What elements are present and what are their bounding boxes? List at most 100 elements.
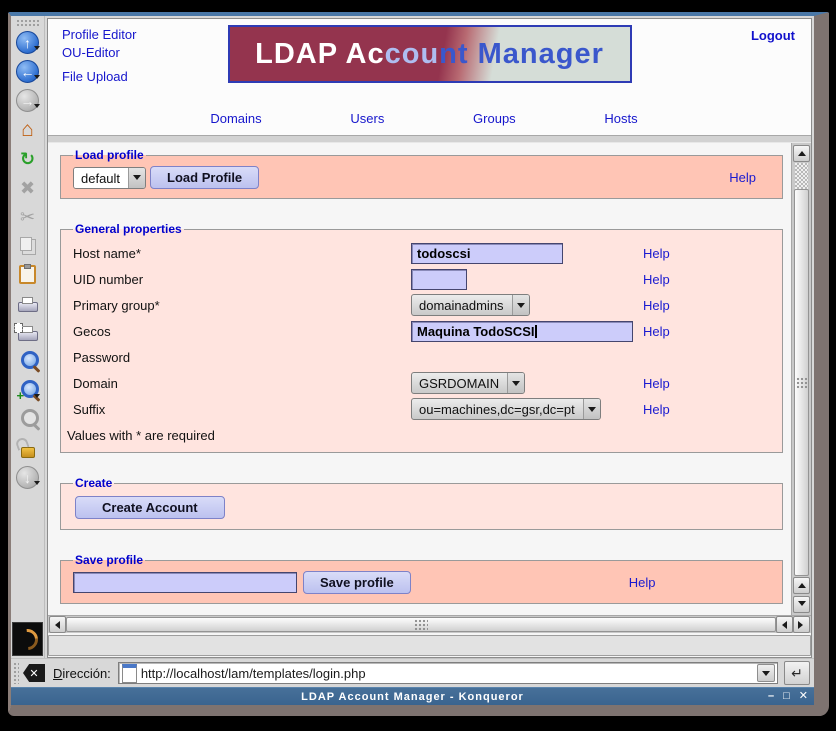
- throbber: [12, 622, 43, 656]
- primary-group-select[interactable]: domainadmins: [411, 294, 530, 316]
- download-icon[interactable]: ↓: [14, 464, 42, 491]
- cut-icon[interactable]: ✂: [14, 203, 42, 230]
- vertical-scroll-thumb[interactable]: [794, 189, 809, 576]
- horizontal-scrollbar[interactable]: [48, 615, 811, 633]
- gecos-help-link[interactable]: Help: [643, 324, 770, 339]
- suffix-select-arrow-icon[interactable]: [583, 399, 600, 419]
- uid-number-help-link[interactable]: Help: [643, 272, 770, 287]
- header-divider: [48, 135, 811, 143]
- reload-icon[interactable]: ↻: [14, 145, 42, 172]
- window-title: LDAP Account Manager - Konqueror: [11, 691, 814, 703]
- konqueror-window: ↑←→⌂↻✖✂ ↓ Profile Editor OU-Editor File U…: [8, 12, 829, 716]
- suffix-row: Suffix ou=machines,dc=gsr,dc=pt Help: [73, 396, 770, 422]
- domain-select-arrow-icon[interactable]: [507, 373, 524, 393]
- profile-select[interactable]: default: [73, 167, 146, 189]
- zoom-in-icon[interactable]: [14, 377, 42, 404]
- tab-users[interactable]: Users: [350, 111, 384, 126]
- scroll-right-button[interactable]: [793, 616, 810, 633]
- profile-editor-link[interactable]: Profile Editor: [62, 27, 136, 42]
- copy-icon[interactable]: [14, 232, 42, 259]
- konqueror-gear-icon: [13, 624, 43, 654]
- tab-domains[interactable]: Domains: [210, 111, 261, 126]
- thumb-grip-icon: [796, 377, 807, 389]
- tab-groups[interactable]: Groups: [473, 111, 516, 126]
- thumb-grip-icon: [414, 619, 428, 630]
- banner-text-part3: nt Manager: [439, 38, 604, 71]
- required-fields-note: Values with * are required: [67, 428, 770, 443]
- location-toolbar-drag-handle[interactable]: [13, 662, 19, 684]
- security-lock-icon[interactable]: [14, 435, 42, 462]
- print-icon[interactable]: [14, 290, 42, 317]
- toolbar-drag-handle[interactable]: [16, 19, 40, 26]
- suffix-select[interactable]: ou=machines,dc=gsr,dc=pt: [411, 398, 601, 420]
- scroll-left-button[interactable]: [49, 616, 66, 633]
- location-label: Dirección:: [53, 666, 111, 681]
- vertical-scroll-track[interactable]: [795, 163, 808, 189]
- tab-hosts[interactable]: Hosts: [604, 111, 637, 126]
- scroll-down-button[interactable]: [793, 596, 810, 613]
- horizontal-scroll-thumb[interactable]: [66, 617, 776, 632]
- forward-icon[interactable]: →: [14, 87, 42, 114]
- print-frame-icon[interactable]: [14, 319, 42, 346]
- domain-row: Domain GSRDOMAIN Help: [73, 370, 770, 396]
- gecos-row: Gecos Maquina TodoSCSI Help: [73, 318, 770, 344]
- primary-group-label: Primary group*: [73, 298, 411, 313]
- paste-icon[interactable]: [14, 261, 42, 288]
- location-input[interactable]: [141, 665, 757, 681]
- load-profile-help-link[interactable]: Help: [729, 170, 756, 185]
- suffix-label: Suffix: [73, 402, 411, 417]
- scroll-up-button[interactable]: [793, 145, 810, 162]
- minimize-icon[interactable]: –: [768, 691, 774, 702]
- location-toolbar: ✕ Dirección: ↵: [11, 658, 814, 687]
- scroll-left-button-right[interactable]: [776, 616, 793, 633]
- file-upload-link[interactable]: File Upload: [62, 69, 136, 84]
- uid-number-label: UID number: [73, 272, 411, 287]
- account-type-tabs: Domains Users Groups Hosts: [166, 111, 682, 126]
- host-name-input[interactable]: [411, 243, 563, 264]
- suffix-help-link[interactable]: Help: [643, 402, 770, 417]
- domain-label: Domain: [73, 376, 411, 391]
- vertical-scrollbar[interactable]: [791, 143, 811, 615]
- gecos-input-value: Maquina TodoSCSI: [417, 324, 534, 339]
- page-header: Profile Editor OU-Editor File Upload Log…: [48, 19, 811, 135]
- uid-number-input[interactable]: [411, 269, 467, 290]
- general-properties-fieldset: General properties Host name* Help UID n…: [60, 222, 783, 453]
- scroll-up-button-bottom[interactable]: [793, 577, 810, 594]
- logout-link[interactable]: Logout: [751, 28, 795, 43]
- go-button[interactable]: ↵: [784, 661, 810, 685]
- left-toolbar: ↑←→⌂↻✖✂ ↓: [11, 16, 45, 658]
- save-profile-button[interactable]: Save profile: [303, 571, 411, 594]
- location-dropdown-icon[interactable]: [757, 664, 775, 682]
- maximize-icon[interactable]: □: [783, 691, 790, 702]
- gecos-input[interactable]: Maquina TodoSCSI: [411, 321, 633, 342]
- home-icon[interactable]: ⌂: [14, 116, 42, 143]
- up-icon[interactable]: ↑: [14, 29, 42, 56]
- find-icon[interactable]: [14, 348, 42, 375]
- save-profile-help-link[interactable]: Help: [629, 575, 656, 590]
- banner-text-part1: LDAP Ac: [255, 38, 384, 71]
- save-profile-name-input[interactable]: [73, 572, 297, 593]
- banner-text-part2: cou: [385, 38, 440, 71]
- stop-icon[interactable]: ✖: [14, 174, 42, 201]
- back-icon[interactable]: ←: [14, 58, 42, 85]
- create-account-button[interactable]: Create Account: [75, 496, 225, 519]
- lam-banner-logo: LDAP Account Manager: [228, 25, 632, 83]
- load-profile-fieldset: Load profile default Load Profile Help: [60, 148, 783, 199]
- primary-group-select-arrow-icon[interactable]: [512, 295, 529, 315]
- location-field[interactable]: [118, 662, 778, 684]
- primary-group-help-link[interactable]: Help: [643, 298, 770, 313]
- zoom-out-icon[interactable]: [14, 406, 42, 433]
- host-name-label: Host name*: [73, 246, 411, 261]
- load-profile-button[interactable]: Load Profile: [150, 166, 259, 189]
- host-name-help-link[interactable]: Help: [643, 246, 770, 261]
- left-toolbar-icons: ↑←→⌂↻✖✂ ↓: [14, 28, 42, 492]
- clear-location-icon[interactable]: ✕: [23, 664, 45, 682]
- ou-editor-link[interactable]: OU-Editor: [62, 45, 136, 60]
- window-controls: – □ ✕: [768, 688, 808, 705]
- domain-select[interactable]: GSRDOMAIN: [411, 372, 525, 394]
- window-titlebar[interactable]: LDAP Account Manager - Konqueror – □ ✕: [11, 687, 814, 705]
- window-main-area: ↑←→⌂↻✖✂ ↓ Profile Editor OU-Editor File U…: [11, 16, 814, 658]
- domain-help-link[interactable]: Help: [643, 376, 770, 391]
- profile-select-arrow-icon[interactable]: [128, 168, 145, 188]
- close-icon[interactable]: ✕: [799, 691, 808, 702]
